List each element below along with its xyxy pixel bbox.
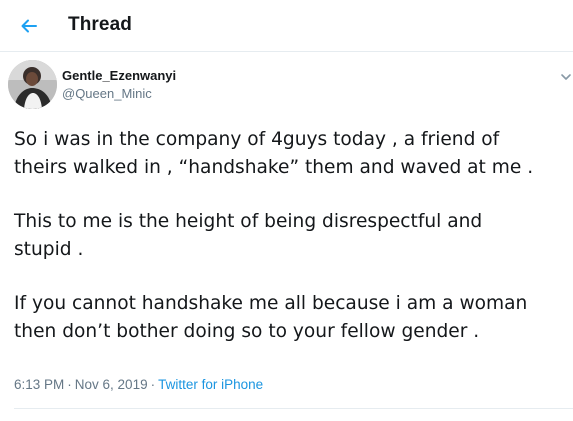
divider xyxy=(14,408,573,409)
tweet-line: then don’t bother doing so to your fello… xyxy=(14,321,480,342)
chevron-down-icon[interactable] xyxy=(559,71,573,88)
tweet-line: stupid . xyxy=(14,239,84,260)
tweet-line: theirs walked in , “handshake” them and … xyxy=(14,157,534,178)
tweet-paragraph: If you cannot handshake me all because i… xyxy=(14,290,569,346)
avatar[interactable] xyxy=(8,60,57,109)
tweet-menu-button[interactable] xyxy=(559,70,573,84)
meta-separator: · xyxy=(67,377,72,392)
tweet-text: So i was in the company of 4guys today ,… xyxy=(14,126,569,372)
tweet-line: If you cannot handshake me all because i… xyxy=(14,293,528,314)
tweet-source-link[interactable]: Twitter for iPhone xyxy=(158,377,263,392)
tweet-time[interactable]: 6:13 PM xyxy=(14,377,64,392)
arrow-left-icon[interactable] xyxy=(14,11,44,41)
tweet-paragraph: So i was in the company of 4guys today ,… xyxy=(14,126,569,182)
meta-separator: · xyxy=(150,377,156,392)
thread-header: Thread xyxy=(0,0,573,52)
tweet-line: So i was in the company of 4guys today ,… xyxy=(14,129,500,150)
tweet-meta: 6:13 PM · Nov 6, 2019 · Twitter for iPhone xyxy=(14,377,263,392)
tweet-date[interactable]: Nov 6, 2019 xyxy=(75,377,148,392)
tweet-author[interactable]: Gentle_Ezenwanyi @Queen_Minic xyxy=(62,68,176,102)
page-title: Thread xyxy=(68,14,132,35)
tweet-line: This to me is the height of being disres… xyxy=(14,211,483,232)
back-button[interactable] xyxy=(14,11,44,41)
tweet-paragraph: This to me is the height of being disres… xyxy=(14,208,569,264)
author-display-name[interactable]: Gentle_Ezenwanyi xyxy=(62,68,176,84)
author-handle[interactable]: @Queen_Minic xyxy=(62,85,176,102)
